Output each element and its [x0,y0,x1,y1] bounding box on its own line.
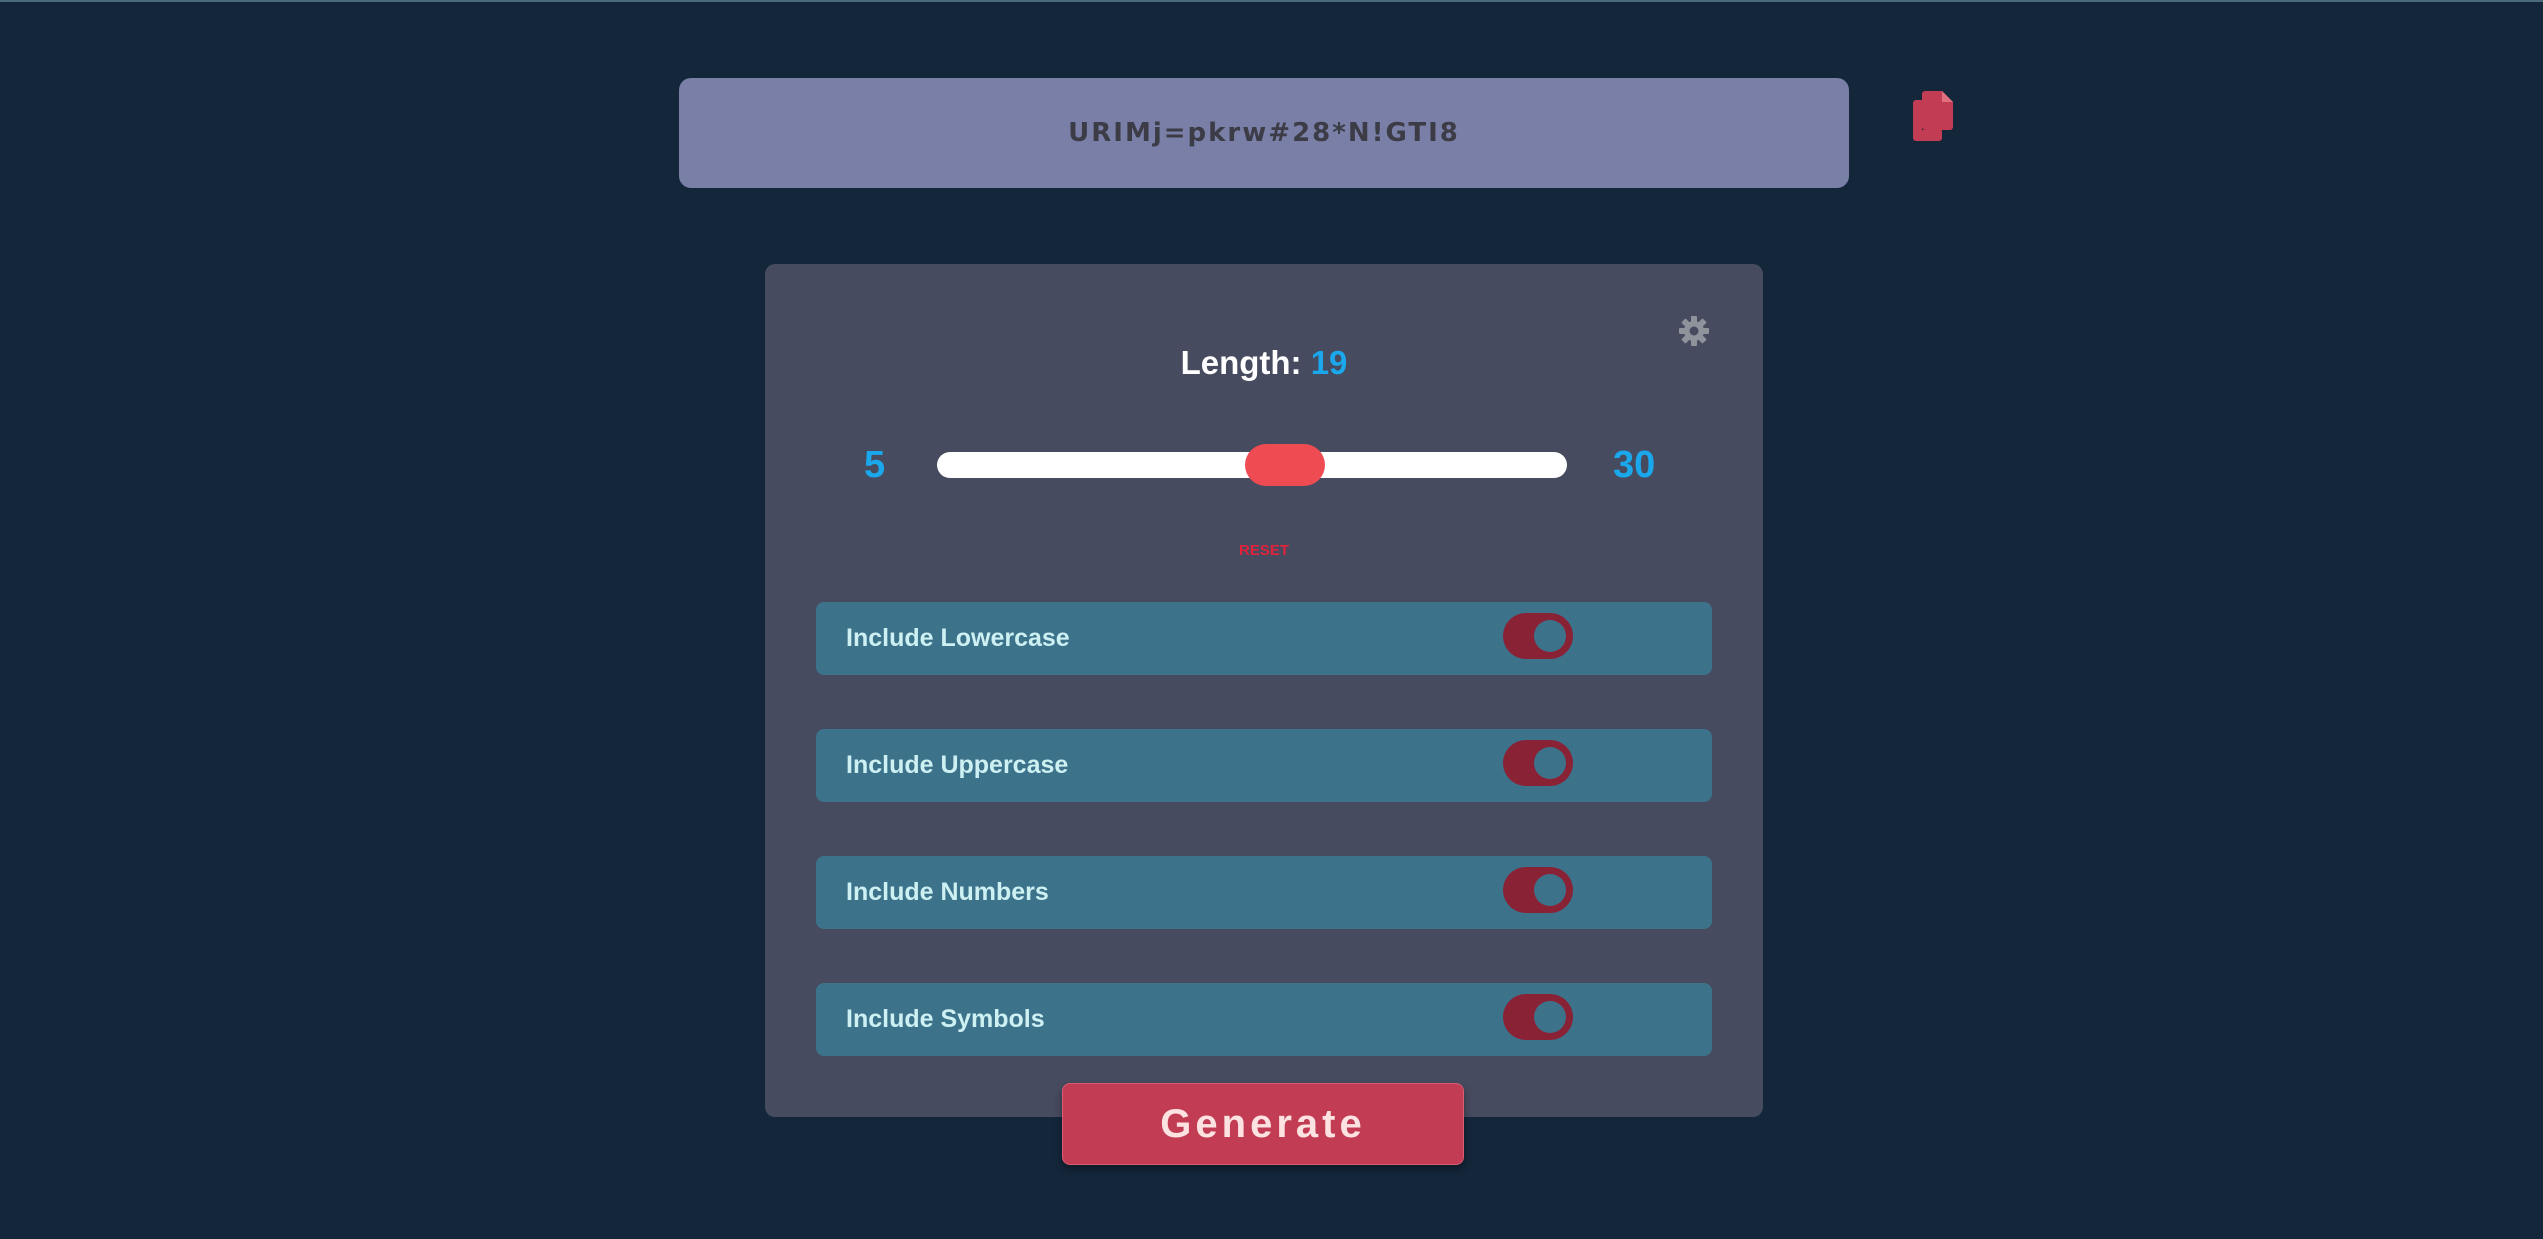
password-display: URIMj=pkrw#28*N!GTI8 [679,78,1849,188]
uppercase-toggle[interactable] [1503,740,1573,786]
lowercase-toggle[interactable] [1503,613,1573,659]
length-heading: Length: 19 [765,344,1763,382]
top-border [0,0,2543,2]
settings-panel: Length: 19 5 30 RESET Include Lowercase … [765,264,1763,1117]
length-label: Length: [1180,344,1311,381]
numbers-toggle[interactable] [1503,867,1573,913]
length-value: 19 [1310,344,1348,381]
length-slider-thumb[interactable] [1245,444,1325,486]
option-lowercase: Include Lowercase [816,602,1712,675]
copy-button[interactable] [1906,88,1956,144]
option-numbers: Include Numbers [816,856,1712,929]
generate-button[interactable]: Generate [1062,1083,1464,1165]
option-label: Include Uppercase [846,751,1069,779]
settings-button[interactable] [1677,314,1711,348]
option-label: Include Numbers [846,878,1049,906]
toggle-knob [1534,747,1566,779]
symbols-toggle[interactable] [1503,994,1573,1040]
option-symbols: Include Symbols [816,983,1712,1056]
toggle-knob [1534,874,1566,906]
length-min-label: 5 [864,444,886,486]
reset-button[interactable]: RESET [765,542,1763,559]
gear-icon [1679,316,1709,346]
length-max-label: 30 [1613,444,1656,486]
option-label: Include Symbols [846,1005,1045,1033]
copy-icon [1913,91,1953,141]
toggle-knob [1534,620,1566,652]
toggle-knob [1534,1001,1566,1033]
password-text: URIMj=pkrw#28*N!GTI8 [1068,118,1460,148]
option-label: Include Lowercase [846,624,1070,652]
length-slider[interactable] [937,444,1567,486]
option-uppercase: Include Uppercase [816,729,1712,802]
